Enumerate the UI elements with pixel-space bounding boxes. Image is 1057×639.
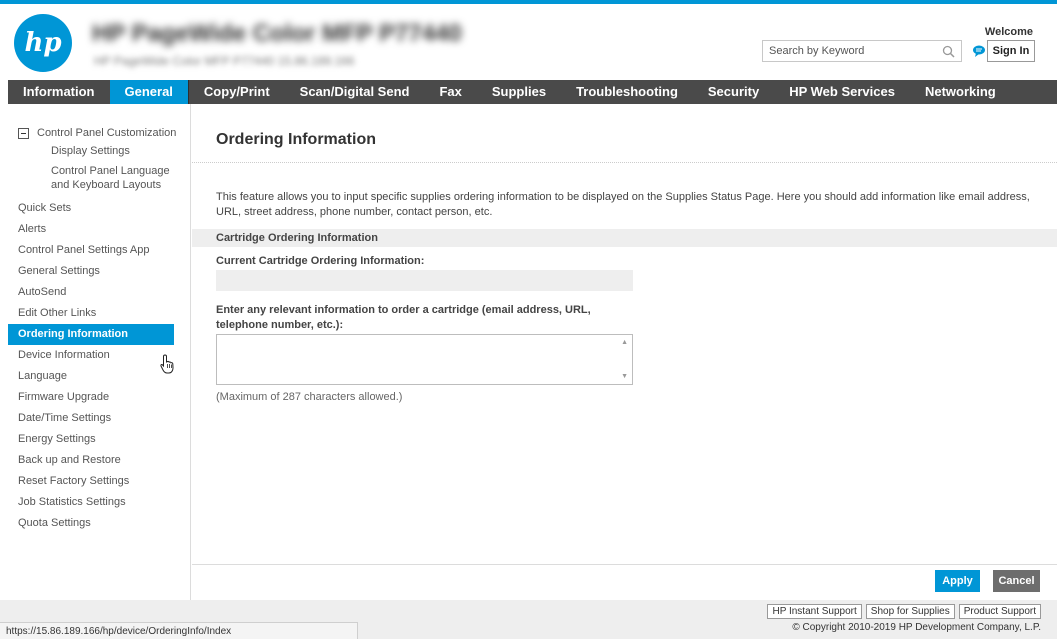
sidebar-item-quick-sets[interactable]: Quick Sets [8,198,190,219]
section-header: Cartridge Ordering Information [192,229,1057,247]
shop-for-supplies-link[interactable]: Shop for Supplies [865,604,955,619]
nav-hp-web-services[interactable]: HP Web Services [774,80,910,104]
search-icon[interactable] [942,45,955,58]
hp-logo[interactable]: hp [14,14,72,72]
sidebar-item-display-settings[interactable]: Display Settings [8,144,190,158]
apply-button[interactable]: Apply [935,570,980,592]
collapse-icon[interactable] [18,128,29,139]
title-divider [192,162,1057,163]
sidebar-item-job-statistics-settings[interactable]: Job Statistics Settings [8,492,190,513]
page-title: Ordering Information [216,131,376,148]
ordering-info-textarea-wrap: ▲ ▼ [216,334,633,385]
sidebar-item-energy-settings[interactable]: Energy Settings [8,429,190,450]
main-content: Ordering Information This feature allows… [192,104,1057,600]
sidebar-item-edit-other-links[interactable]: Edit Other Links [8,303,190,324]
header: hp HP PageWide Color MFP P77440 HP PageW… [0,0,1057,80]
hp-instant-support-link[interactable]: HP Instant Support [767,604,862,619]
nav-scan-digital-send[interactable]: Scan/Digital Send [285,80,425,104]
nav-networking[interactable]: Networking [910,80,1011,104]
footer-links: HP Instant Support Shop for Supplies Pro… [763,604,1041,619]
page-description: This feature allows you to input specifi… [216,191,1030,218]
nav-information[interactable]: Information [8,80,110,104]
search-box [762,40,962,62]
nav-general[interactable]: General [109,80,188,104]
current-info-label: Current Cartridge Ordering Information: [216,255,425,267]
hand-cursor-icon [160,354,174,374]
max-characters-hint: (Maximum of 287 characters allowed.) [216,391,403,403]
sidebar-item-reset-factory-settings[interactable]: Reset Factory Settings [8,471,190,492]
nav-copy-print[interactable]: Copy/Print [189,80,285,104]
ordering-info-textarea[interactable] [217,335,617,384]
logo-text: hp [24,28,62,58]
sidebar-group-label[interactable]: Control Panel Customization [37,126,176,140]
sidebar-item-quota-settings[interactable]: Quota Settings [8,513,190,534]
product-subtitle: HP PageWide Color MFP P77440 15.86.189.1… [94,54,355,68]
welcome-text: Welcome [984,26,1033,38]
product-support-link[interactable]: Product Support [958,604,1041,619]
product-name: HP PageWide Color MFP P77440 [92,20,462,47]
nav-supplies[interactable]: Supplies [477,80,561,104]
scroll-up-icon[interactable]: ▲ [621,339,628,346]
nav-fax[interactable]: Fax [424,80,476,104]
enter-info-label: Enter any relevant information to order … [216,304,591,331]
nav-troubleshooting[interactable]: Troubleshooting [561,80,693,104]
button-bar-divider [192,564,1057,565]
sidebar-item-autosend[interactable]: AutoSend [8,282,190,303]
scroll-down-icon[interactable]: ▼ [621,373,628,380]
sign-in-button[interactable]: Sign In [987,40,1035,62]
status-bar-url: https://15.86.189.166/hp/device/Ordering… [0,622,358,639]
sidebar-item-general-settings[interactable]: General Settings [8,261,190,282]
cancel-button[interactable]: Cancel [993,570,1040,592]
search-input[interactable] [769,45,939,57]
current-info-value [216,270,633,291]
sidebar-item-date-time-settings[interactable]: Date/Time Settings [8,408,190,429]
sidebar-item-control-panel-settings-app[interactable]: Control Panel Settings App [8,240,190,261]
sidebar-item-alerts[interactable]: Alerts [8,219,190,240]
sidebar-group-control-panel[interactable]: Control Panel Customization [8,126,190,140]
sidebar-item-back-up-and-restore[interactable]: Back up and Restore [8,450,190,471]
sidebar: Control Panel Customization Display Sett… [8,104,191,600]
sidebar-item-firmware-upgrade[interactable]: Firmware Upgrade [8,387,190,408]
main-nav: Information General Copy/Print Scan/Digi… [8,80,1057,104]
chat-icon[interactable] [972,44,986,58]
copyright: © Copyright 2010-2019 HP Development Com… [792,622,1041,633]
sidebar-item-control-panel-language[interactable]: Control Panel Language and Keyboard Layo… [8,164,190,192]
sidebar-item-ordering-information[interactable]: Ordering Information [8,324,174,345]
nav-security[interactable]: Security [693,80,774,104]
